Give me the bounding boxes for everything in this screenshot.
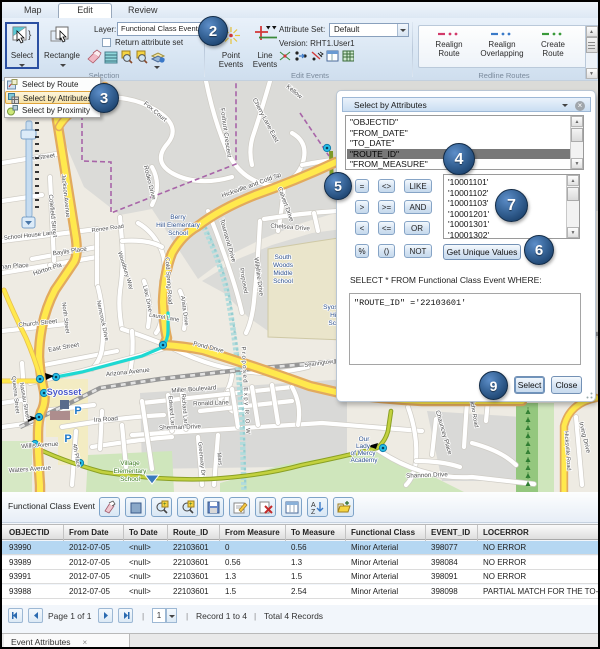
svg-text:School: School (168, 230, 188, 237)
svg-text:A: A (311, 502, 316, 509)
svg-text:Hill Elementary: Hill Elementary (156, 222, 200, 229)
svg-text:P: P (64, 433, 71, 445)
svg-text:School: School (273, 278, 293, 285)
svg-text:South: South (275, 254, 292, 261)
svg-text:Ronald Lane: Ronald Lane (193, 399, 229, 407)
svg-text:Academy: Academy (350, 457, 378, 464)
svg-text:P: P (74, 405, 81, 417)
svg-text:Syosset: Syosset (47, 387, 82, 397)
svg-text:Elementary: Elementary (114, 468, 148, 475)
svg-text:Z: Z (311, 509, 316, 516)
svg-text:Sherman Drive: Sherman Drive (159, 423, 202, 431)
svg-text:School: School (120, 476, 140, 483)
svg-text:Berry: Berry (170, 214, 186, 221)
svg-text:}: } (28, 30, 32, 41)
svg-text:Lady: Lady (356, 443, 371, 450)
svg-text:Shannon Drive: Shannon Drive (406, 471, 448, 479)
svg-text:of Mercy: of Mercy (351, 450, 377, 457)
svg-text:+: + (189, 502, 193, 508)
svg-text:Middle: Middle (273, 270, 293, 277)
svg-text:Our: Our (359, 436, 371, 443)
svg-text:Woods: Woods (273, 262, 294, 269)
svg-text:Village: Village (120, 460, 140, 467)
svg-text:+: + (163, 502, 167, 508)
